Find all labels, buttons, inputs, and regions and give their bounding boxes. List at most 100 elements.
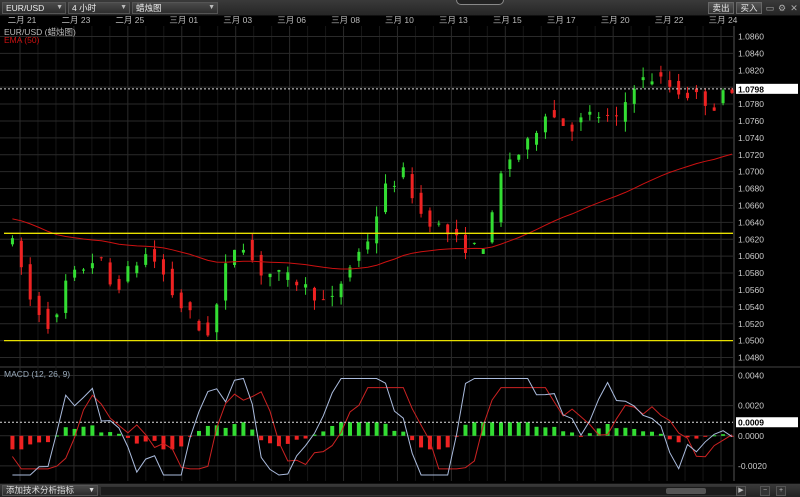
macd-histogram-bar	[587, 433, 592, 436]
macd-histogram-bar	[161, 435, 166, 450]
candle-body	[597, 117, 601, 119]
macd-histogram-bar	[499, 422, 504, 436]
candle-body	[659, 72, 663, 77]
candle-body	[117, 279, 121, 290]
candle-body	[561, 118, 565, 126]
candle-body	[64, 280, 68, 313]
chart-style-dropdown[interactable]: 蜡烛图 ▼	[132, 2, 218, 14]
candle-body	[623, 102, 627, 122]
candle-body	[224, 263, 228, 301]
candle-body	[321, 299, 325, 301]
macd-histogram-bar	[614, 428, 619, 436]
candle-body	[668, 80, 672, 87]
macd-histogram-bar	[463, 424, 468, 436]
timeframe-label: 4 小时	[72, 3, 97, 13]
add-indicator-dropdown[interactable]: 添加技术分析指标 ▼	[2, 485, 98, 496]
candle-body	[144, 254, 148, 265]
candle-body	[543, 116, 547, 133]
candle-body	[632, 88, 636, 104]
candle-body	[206, 322, 210, 336]
y-tick-label: 1.0480	[738, 353, 764, 363]
candle-body	[135, 265, 139, 274]
candle-body	[161, 259, 165, 275]
candle-body	[37, 295, 41, 315]
macd-title: MACD (12, 26, 9)	[4, 369, 70, 379]
macd-histogram-bar	[392, 430, 397, 436]
y-tick-label: 1.0860	[738, 31, 764, 41]
candle-body	[170, 268, 174, 296]
macd-histogram-bar	[99, 432, 104, 436]
candle-body	[339, 283, 343, 298]
y-tick-label: 1.0840	[738, 48, 764, 58]
candle-body	[312, 287, 316, 301]
x-tick-label: 三月 22	[655, 16, 684, 25]
x-tick-label: 三月 13	[439, 16, 468, 25]
minimize-icon[interactable]: ▭	[765, 3, 775, 13]
candle-body	[55, 314, 59, 318]
candle-body	[526, 138, 530, 150]
chart-style-label: 蜡烛图	[136, 3, 162, 13]
candle-body	[268, 273, 272, 278]
buy-button[interactable]: 买入	[736, 2, 762, 14]
sell-button[interactable]: 卖出	[708, 2, 734, 14]
candle-body	[73, 269, 77, 278]
chevron-down-icon: ▼	[208, 4, 215, 11]
horizontal-scrollbar[interactable]	[100, 486, 744, 496]
bottom-bar: 添加技术分析指标 ▼ ◀ ▶ − +	[0, 483, 800, 497]
chart-canvas[interactable]: 二月 21 二月 23 二月 25 三月 01 三月 03 三月 06 三月 08 三月 10…	[0, 16, 800, 483]
macd-histogram-bar	[490, 422, 495, 436]
macd-histogram-bar	[436, 435, 441, 450]
macd-histogram-bar	[134, 435, 139, 444]
macd-histogram-bar	[676, 435, 681, 443]
chevron-down-icon: ▼	[88, 487, 95, 494]
y-tick-label: 1.0780	[738, 99, 764, 109]
macd-y-tick-label: -0.0020	[738, 461, 767, 471]
panel-grip[interactable]	[456, 0, 504, 5]
candle-body	[428, 210, 432, 227]
zoom-out-icon[interactable]: −	[760, 486, 770, 496]
macd-histogram-bar	[303, 435, 308, 439]
zoom-in-icon[interactable]: +	[776, 486, 786, 496]
macd-histogram-bar	[285, 435, 290, 444]
macd-histogram-bar	[81, 426, 86, 436]
macd-histogram-bar	[534, 426, 539, 436]
macd-histogram-bar	[205, 425, 210, 436]
scrollbar-thumb[interactable]	[666, 488, 706, 494]
y-tick-label: 1.0500	[738, 336, 764, 346]
x-tick-label: 三月 06	[277, 16, 306, 25]
symbol-dropdown[interactable]: EUR/USD ▼	[2, 2, 66, 14]
candle-body	[401, 167, 405, 178]
y-tick-label: 1.0720	[738, 150, 764, 160]
macd-histogram-bar	[721, 434, 726, 436]
macd-histogram-bar	[268, 435, 273, 444]
macd-histogram-bar	[552, 426, 557, 436]
macd-histogram-bar	[356, 422, 361, 436]
candle-body	[126, 266, 130, 282]
candle-body	[499, 173, 503, 223]
settings-icon[interactable]: ⚙	[777, 3, 787, 13]
close-icon[interactable]: ✕	[789, 3, 799, 13]
candle-body	[721, 90, 725, 104]
y-tick-label: 1.0740	[738, 133, 764, 143]
macd-histogram-bar	[543, 427, 548, 436]
macd-histogram-bar	[623, 427, 628, 436]
candle-body	[295, 281, 299, 286]
x-tick-label: 三月 20	[601, 16, 630, 25]
candle-body	[419, 192, 423, 214]
candle-body	[108, 262, 112, 285]
macd-histogram-bar	[28, 435, 33, 445]
macd-histogram-bar	[365, 422, 370, 436]
candle-body	[28, 264, 32, 300]
macd-histogram-bar	[507, 422, 512, 436]
scroll-right-icon[interactable]: ▶	[736, 486, 746, 496]
timeframe-dropdown[interactable]: 4 小时 ▼	[68, 2, 130, 14]
macd-histogram-bar	[196, 430, 201, 436]
candle-body	[606, 114, 610, 116]
y-tick-label: 1.0700	[738, 167, 764, 177]
macd-histogram-bar	[561, 431, 566, 436]
candle-body	[330, 295, 334, 297]
y-tick-label: 1.0820	[738, 65, 764, 75]
y-tick-label: 1.0600	[738, 251, 764, 261]
macd-histogram-bar	[330, 425, 335, 436]
candle-body	[552, 110, 556, 118]
